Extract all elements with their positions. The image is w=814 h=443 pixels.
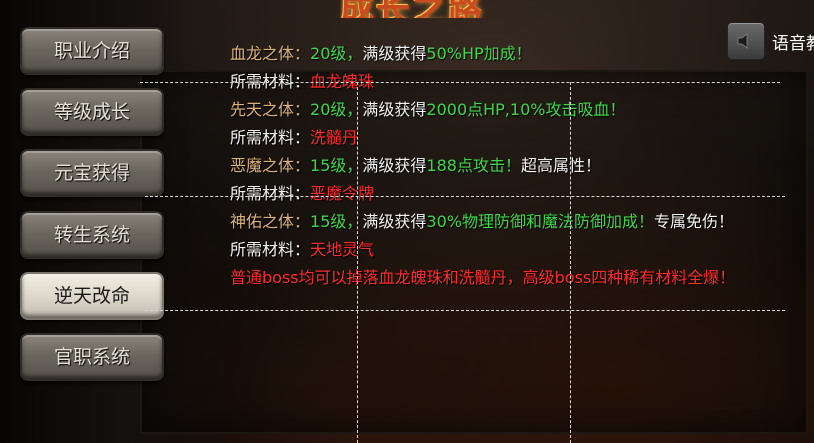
content-segment: 所需材料：: [230, 184, 311, 203]
nav-button-rebirth-system[interactable]: 转生系统: [20, 211, 164, 259]
guide-line-top: [140, 82, 780, 83]
content-segment: 满级获得: [362, 100, 427, 119]
content-segment: 满级获得: [362, 44, 427, 63]
content-segment: 15级，: [310, 156, 363, 175]
content-segment: 普通boss均可以掉落血龙魄珠和洗髓丹，高级boss四种稀有材料全爆！: [230, 268, 736, 287]
nav-button-level-growth[interactable]: 等级成长: [20, 88, 164, 136]
nav-button-career-intro[interactable]: 职业介绍: [20, 27, 164, 75]
content-line: 普通boss均可以掉落血龙魄珠和洗髓丹，高级boss四种稀有材料全爆！: [230, 264, 810, 292]
content-segment: 30%物理防御和魔法防御加成！: [426, 212, 654, 231]
content-segment: 神佑之体：: [230, 212, 311, 231]
content-segment: 20级，: [310, 44, 363, 63]
content-line: 先天之体：20级，满级获得2000点HP,10%攻击吸血！: [230, 96, 810, 124]
content-line: 所需材料：洗髓丹: [230, 124, 810, 152]
content-segment: 天地灵气: [310, 240, 375, 259]
content-line: 血龙之体：20级，满级获得50%HP加成！: [230, 40, 810, 68]
content-segment: 50%HP加成！: [426, 44, 532, 63]
content-segment: 超高属性！: [520, 156, 601, 175]
nav-button-official-rank[interactable]: 官职系统: [20, 333, 164, 381]
guide-line-middle: [145, 196, 785, 197]
content-segment: 血龙之体：: [230, 44, 311, 63]
content-line: 恶魔之体：15级，满级获得188点攻击！超高属性！: [230, 152, 810, 180]
content-segment: 满级获得: [362, 212, 427, 231]
content-line: 神佑之体：15级，满级获得30%物理防御和魔法防御加成！专属免伤！: [230, 208, 810, 236]
content-segment: 洗髓丹: [310, 128, 359, 147]
content-segment: 所需材料：: [230, 128, 311, 147]
nav-button-defy-fate[interactable]: 逆天改命: [20, 272, 164, 320]
content-segment: 满级获得: [362, 156, 427, 175]
guide-line-bottom: [145, 310, 785, 311]
guide-line-right: [570, 82, 571, 443]
content-text: 血龙之体：20级，满级获得50%HP加成！ 所需材料：血龙魄珠 先天之体：20级，满…: [230, 40, 810, 292]
content-segment: 188点攻击！: [426, 156, 521, 175]
content-segment: 专属免伤！: [653, 212, 734, 231]
content-line: 所需材料：恶魔令牌: [230, 180, 810, 208]
page-title: 成长之路: [340, 0, 560, 18]
content-segment: 2000点HP,10%攻击吸血！: [426, 100, 626, 119]
content-segment: 所需材料：: [230, 240, 311, 259]
content-segment: 15级，: [310, 212, 363, 231]
content-segment: 20级，: [310, 100, 363, 119]
content-segment: 恶魔之体：: [230, 156, 311, 175]
guide-line-left: [357, 82, 358, 443]
content-segment: 先天之体：: [230, 100, 311, 119]
content-segment: 恶魔令牌: [310, 184, 375, 203]
content-line: 所需材料：天地灵气: [230, 236, 810, 264]
nav-button-ingot-obtain[interactable]: 元宝获得: [20, 149, 164, 197]
